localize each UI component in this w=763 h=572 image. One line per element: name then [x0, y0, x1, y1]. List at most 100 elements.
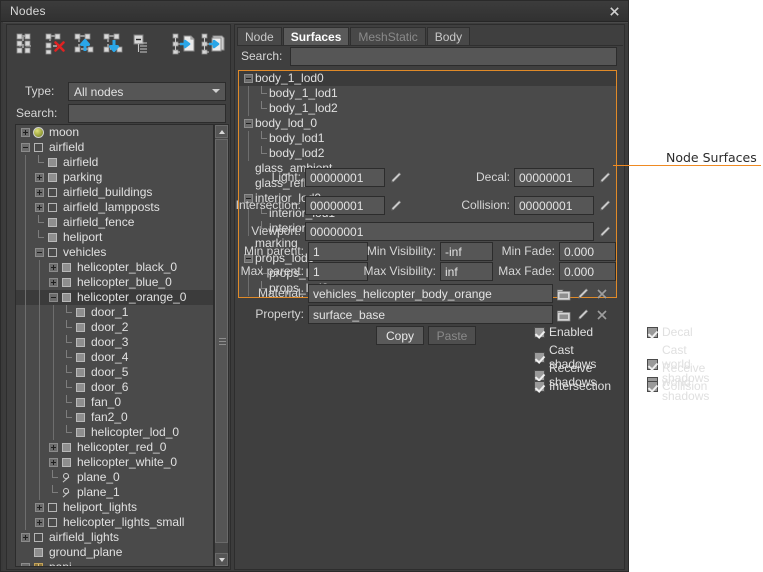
tree-item[interactable]: fan_0 [16, 395, 213, 410]
add-node-icon[interactable] [13, 30, 41, 58]
tree-item[interactable]: helicopter_red_0 [16, 440, 213, 455]
tree-item[interactable]: helicopter_lights_small [16, 515, 213, 530]
tab-node[interactable]: Node [237, 27, 282, 46]
close-icon[interactable] [606, 4, 622, 19]
left-search-input[interactable] [68, 104, 226, 123]
checkbox-enabled[interactable]: Enabled [534, 325, 593, 339]
tree-item[interactable]: vehicles [16, 245, 213, 260]
tree-item[interactable]: plane_1 [16, 485, 213, 500]
edit-pencil-icon[interactable] [577, 287, 590, 300]
edit-pencil-icon[interactable] [599, 199, 612, 212]
expand-icon[interactable] [21, 128, 30, 137]
checkbox-icon[interactable] [534, 380, 545, 392]
surface-item[interactable]: body_lod1 [239, 131, 616, 146]
tree-item[interactable]: door_4 [16, 350, 213, 365]
input-decal-mask[interactable]: 00000001 [514, 168, 594, 187]
tree-item[interactable]: airfield_lights [16, 530, 213, 545]
collapse-icon[interactable] [35, 248, 44, 257]
tree-item[interactable]: airfield [16, 140, 213, 155]
node-tree[interactable]: moon airfield airfield parking airfield_buil… [15, 124, 214, 567]
scroll-thumb[interactable] [215, 139, 228, 543]
expand-icon[interactable] [21, 533, 30, 542]
tree-item[interactable]: helicopter_lod_0 [16, 425, 213, 440]
surface-item[interactable]: body_1_lod2 [239, 101, 616, 116]
scroll-up-button[interactable] [215, 125, 228, 138]
clear-icon[interactable] [596, 309, 608, 321]
collapse-icon[interactable] [244, 119, 253, 128]
type-select[interactable]: All nodes [68, 82, 226, 101]
tree-item[interactable]: moon [16, 125, 213, 140]
collapse-icon[interactable] [21, 563, 30, 566]
checkbox-icon[interactable] [647, 380, 658, 392]
edit-pencil-icon[interactable] [599, 171, 612, 184]
tree-item[interactable]: door_1 [16, 305, 213, 320]
input-collision-mask[interactable]: 00000001 [514, 196, 594, 215]
tree-item[interactable]: ground_plane [16, 545, 213, 560]
expand-icon[interactable] [35, 518, 44, 527]
tree-item[interactable]: parking [16, 170, 213, 185]
input-max-fade[interactable]: 0.000 [559, 262, 616, 281]
surfaces-search-input[interactable] [290, 47, 617, 66]
tree-item[interactable]: airfield_lampposts [16, 200, 213, 215]
move-node-up-icon[interactable] [71, 30, 99, 58]
checkbox-icon[interactable] [534, 326, 545, 338]
tab-meshstatic[interactable]: MeshStatic [350, 27, 426, 46]
checkbox-intersection[interactable]: Intersection [534, 379, 611, 393]
node-tree-scrollbar[interactable] [214, 124, 229, 567]
clear-icon[interactable] [596, 288, 608, 300]
tree-item[interactable]: helicopter_blue_0 [16, 275, 213, 290]
expand-icon[interactable] [35, 503, 44, 512]
tree-item[interactable]: door_5 [16, 365, 213, 380]
move-node-down-icon[interactable] [100, 30, 128, 58]
collapse-icon[interactable] [21, 143, 30, 152]
expand-icon[interactable] [49, 443, 58, 452]
expand-icon[interactable] [49, 278, 58, 287]
tab-body[interactable]: Body [426, 27, 471, 46]
tree-item[interactable]: airfield_buildings [16, 185, 213, 200]
tab-surfaces[interactable]: Surfaces [282, 27, 350, 46]
tree-item[interactable]: papi [16, 560, 213, 566]
scroll-down-button[interactable] [215, 553, 228, 566]
export-node-icon[interactable] [199, 30, 227, 58]
edit-pencil-icon[interactable] [599, 225, 612, 238]
collapse-icon[interactable] [49, 293, 58, 302]
tree-item[interactable]: plane_0 [16, 470, 213, 485]
tree-item[interactable]: airfield_fence [16, 215, 213, 230]
tree-item[interactable]: fan2_0 [16, 410, 213, 425]
expand-icon[interactable] [49, 263, 58, 272]
copy-button[interactable]: Copy [376, 326, 424, 345]
tree-item[interactable]: heliport_lights [16, 500, 213, 515]
input-material[interactable]: vehicles_helicopter_body_orange [308, 284, 553, 303]
tree-item[interactable]: helicopter_white_0 [16, 455, 213, 470]
checkbox-icon[interactable] [647, 326, 658, 338]
tree-item[interactable]: helicopter_black_0 [16, 260, 213, 275]
browse-folder-icon[interactable] [557, 309, 571, 322]
tree-item[interactable]: airfield [16, 155, 213, 170]
import-node-icon[interactable] [170, 30, 198, 58]
surface-item[interactable]: body_lod2 [239, 146, 616, 161]
input-property[interactable]: surface_base [308, 305, 553, 324]
browse-folder-icon[interactable] [557, 288, 571, 301]
input-min-fade[interactable]: 0.000 [559, 242, 616, 261]
input-viewport-mask[interactable]: 00000001 [305, 222, 594, 241]
tree-item[interactable]: door_2 [16, 320, 213, 335]
tree-guide-line [25, 170, 26, 185]
surface-item[interactable]: body_lod_0 [239, 116, 616, 131]
surface-item[interactable]: body_1_lod0 [239, 71, 616, 86]
checkbox-collision[interactable]: Collision [647, 379, 707, 393]
expand-icon[interactable] [35, 203, 44, 212]
collapse-tree-icon[interactable] [129, 30, 157, 58]
checkbox-decal[interactable]: Decal [647, 325, 693, 339]
expand-icon[interactable] [49, 458, 58, 467]
edit-pencil-icon[interactable] [577, 308, 590, 321]
paste-button[interactable]: Paste [428, 326, 476, 345]
tree-item[interactable]: heliport [16, 230, 213, 245]
collapse-icon[interactable] [244, 74, 253, 83]
expand-icon[interactable] [35, 188, 44, 197]
delete-node-icon[interactable] [42, 30, 70, 58]
expand-icon[interactable] [35, 173, 44, 182]
tree-item[interactable]: door_3 [16, 335, 213, 350]
tree-item[interactable]: door_6 [16, 380, 213, 395]
surface-item[interactable]: body_1_lod1 [239, 86, 616, 101]
tree-item[interactable]: helicopter_orange_0 [16, 290, 213, 305]
